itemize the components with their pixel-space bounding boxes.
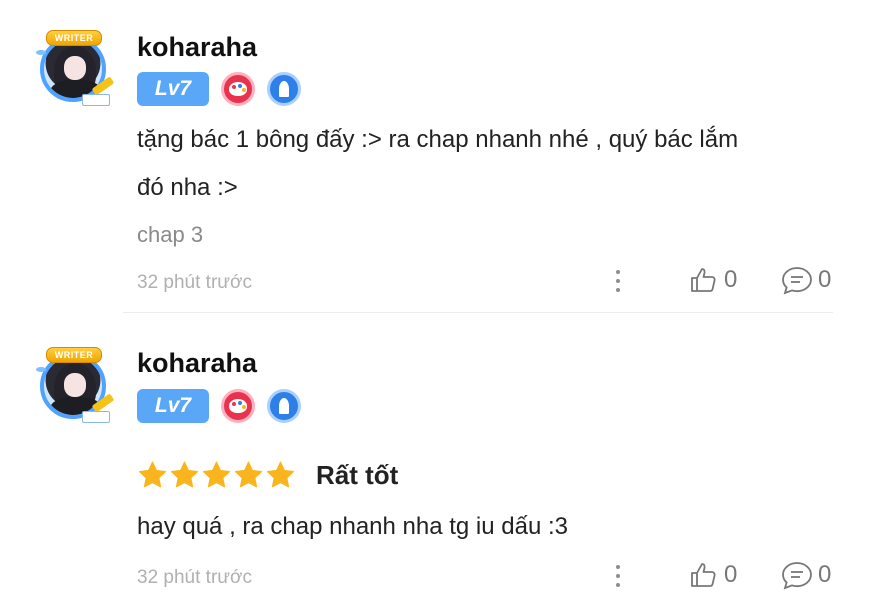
comment-item: WRITER koharaha Lv7 Rất tốt hay quá , ra… — [0, 313, 869, 600]
reply-button[interactable]: 0 — [780, 560, 831, 590]
like-button[interactable]: 0 — [688, 265, 737, 295]
comment-text-line: hay quá , ra chap nhanh nha tg iu dấu :3 — [137, 513, 569, 540]
username[interactable]: koharaha — [137, 32, 257, 63]
username[interactable]: koharaha — [137, 348, 257, 379]
star-icon — [267, 461, 294, 488]
star-icon — [235, 461, 262, 488]
like-button[interactable]: 0 — [688, 560, 737, 590]
like-count: 0 — [724, 561, 738, 588]
thumbs-up-icon — [691, 563, 716, 587]
reply-count: 0 — [818, 266, 832, 293]
level-badge: Lv7 — [137, 72, 209, 106]
leaf-decoration-icon — [36, 367, 46, 372]
reply-button[interactable]: 0 — [780, 265, 831, 295]
timestamp: 32 phút trước — [137, 272, 252, 293]
palette-badge-icon — [221, 389, 255, 423]
comment-text-line: đó nha :> — [137, 174, 238, 201]
palette-badge-icon — [221, 72, 255, 106]
timestamp: 32 phút trước — [137, 567, 252, 588]
comment-item: WRITER koharaha Lv7 tặng bác 1 bông đấy … — [0, 0, 869, 312]
more-icon[interactable] — [614, 563, 622, 589]
thumbs-up-icon — [691, 268, 716, 292]
star-rating — [137, 460, 296, 490]
pen-nib-badge-icon — [267, 72, 301, 106]
star-icon — [171, 461, 198, 488]
comment-bubble-icon — [782, 267, 812, 295]
rating-label: Rất tốt — [316, 460, 399, 490]
like-count: 0 — [724, 266, 738, 293]
avatar[interactable]: WRITER — [34, 347, 116, 429]
book-decoration-icon — [82, 411, 110, 423]
star-icon — [139, 461, 166, 488]
avatar[interactable]: WRITER — [34, 30, 116, 112]
chapter-label[interactable]: chap 3 — [137, 222, 203, 248]
star-icon — [203, 461, 230, 488]
reply-count: 0 — [818, 561, 832, 588]
pen-nib-badge-icon — [267, 389, 301, 423]
badge-row: Lv7 — [137, 72, 301, 106]
badge-row: Lv7 — [137, 389, 301, 423]
writer-badge-icon: WRITER — [46, 30, 102, 46]
leaf-decoration-icon — [36, 50, 46, 55]
book-decoration-icon — [82, 94, 110, 106]
level-badge: Lv7 — [137, 389, 209, 423]
comment-text-line: tặng bác 1 bông đấy :> ra chap nhanh nhé… — [137, 126, 739, 153]
comment-bubble-icon — [782, 562, 812, 590]
writer-badge-icon: WRITER — [46, 347, 102, 363]
more-icon[interactable] — [614, 268, 622, 294]
